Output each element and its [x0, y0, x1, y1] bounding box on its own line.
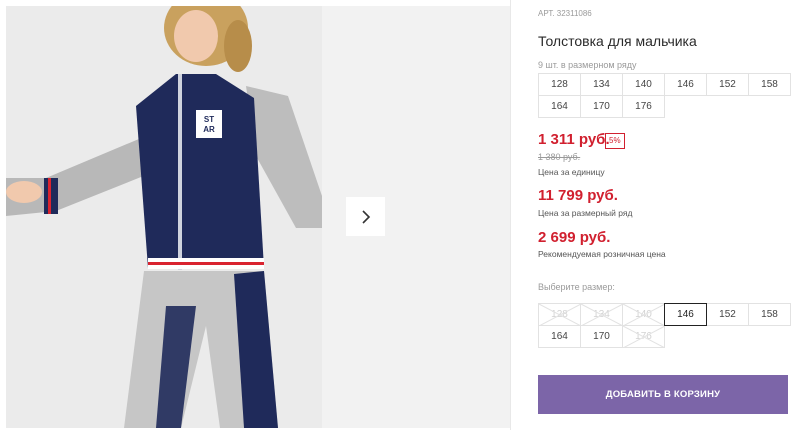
svg-text:AR: AR	[203, 125, 215, 134]
size-range-cell: 128	[538, 73, 581, 96]
size-range-cell: 164	[538, 95, 581, 118]
size-option-128: 128	[538, 303, 581, 326]
unavailable-cross-icon	[623, 304, 664, 325]
size-option-140: 140	[622, 303, 665, 326]
size-option-164[interactable]: 164	[538, 325, 581, 348]
size-option-152[interactable]: 152	[706, 303, 749, 326]
size-option-label: 170	[593, 331, 610, 342]
unit-price-note: Цена за единицу	[538, 167, 605, 177]
unit-price: 1 311 руб.	[538, 131, 610, 148]
size-option-label: 158	[761, 309, 778, 320]
unavailable-cross-icon	[581, 304, 622, 325]
size-range-cell: 140	[622, 73, 665, 96]
discount-badge: 5%	[605, 133, 625, 149]
size-selector: 128134140 146 152 158 164 170 176	[538, 303, 791, 348]
size-option-label: 146	[677, 309, 694, 320]
article-number: АРТ. 32311086	[538, 9, 592, 18]
unavailable-cross-icon	[539, 304, 580, 325]
size-range-label: 9 шт. в размерном ряду	[538, 60, 637, 70]
next-photo-button[interactable]	[346, 197, 385, 236]
size-range-cell: 152	[706, 73, 749, 96]
gallery-divider	[510, 0, 511, 430]
size-option-label: 152	[719, 309, 736, 320]
size-range-table: 128 134 140 146 152 158 164 170 176	[538, 73, 791, 118]
product-photo[interactable]: ST AR	[6, 6, 322, 428]
boy-in-tracksuit-image: ST AR	[6, 6, 322, 428]
size-range-cell: 146	[664, 73, 707, 96]
size-option-176: 176	[622, 325, 665, 348]
size-option-170[interactable]: 170	[580, 325, 623, 348]
unavailable-cross-icon	[623, 326, 664, 347]
product-title: Толстовка для мальчика	[538, 33, 697, 49]
range-price-note: Цена за размерный ряд	[538, 208, 633, 218]
size-range-cell: 134	[580, 73, 623, 96]
choose-size-label: Выберите размер:	[538, 282, 615, 292]
size-option-158[interactable]: 158	[748, 303, 791, 326]
chevron-right-icon	[361, 209, 370, 224]
retail-price: 2 699 руб.	[538, 229, 611, 246]
retail-price-note: Рекомендуемая розничная цена	[538, 249, 666, 259]
size-range-cell: 170	[580, 95, 623, 118]
range-price: 11 799 руб.	[538, 187, 618, 204]
old-price: 1 380 руб.	[538, 152, 581, 162]
size-option-134: 134	[580, 303, 623, 326]
size-option-146[interactable]: 146	[664, 303, 707, 326]
size-range-cell: 158	[748, 73, 791, 96]
size-range-cell: 176	[622, 95, 665, 118]
svg-text:ST: ST	[204, 115, 214, 124]
size-option-label: 164	[551, 331, 568, 342]
add-to-cart-button[interactable]: ДОБАВИТЬ В КОРЗИНУ	[538, 375, 788, 414]
product-gallery: ST AR	[0, 0, 512, 430]
